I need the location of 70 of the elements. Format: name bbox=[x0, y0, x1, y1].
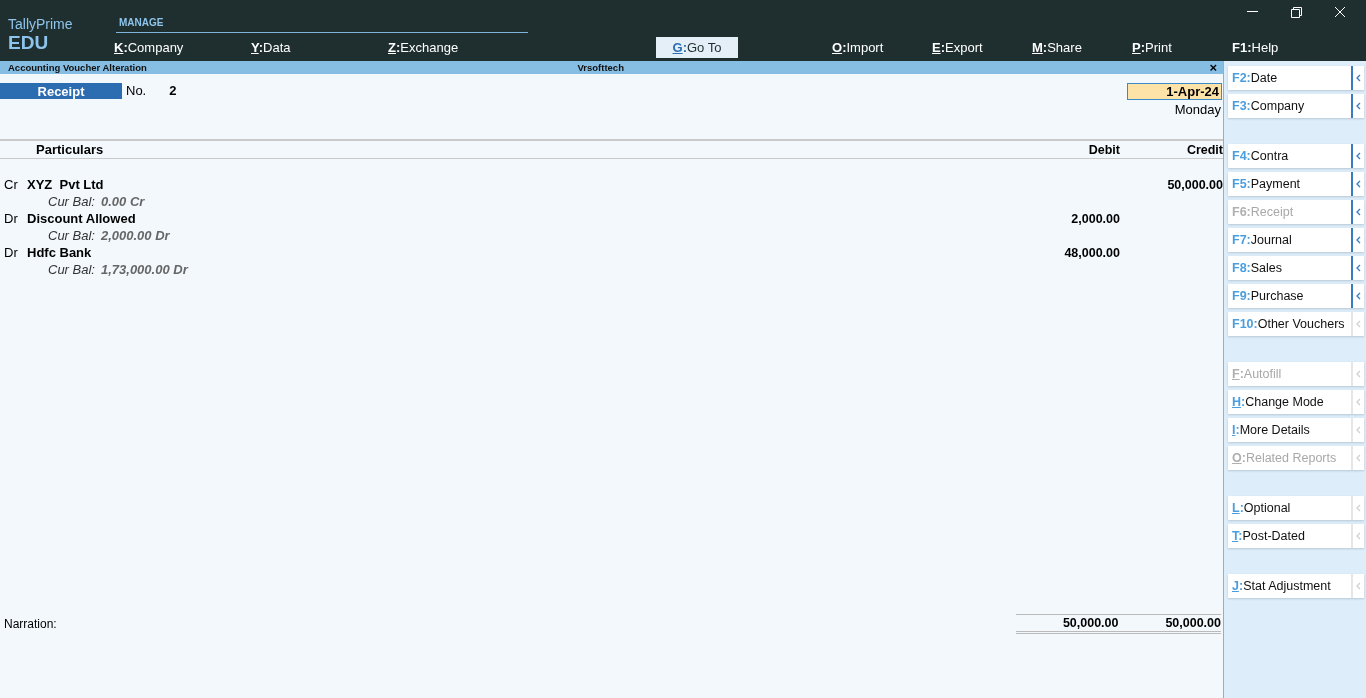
app-edition: EDU bbox=[8, 32, 50, 54]
current-balance: Cur Bal: 1,73,000.00 Dr bbox=[47, 262, 190, 277]
side-button[interactable]: F2:Date bbox=[1228, 66, 1364, 90]
side-button[interactable]: F4:Contra bbox=[1228, 144, 1364, 168]
voucher-type: Receipt bbox=[0, 83, 122, 99]
side-button[interactable]: F7:Journal bbox=[1228, 228, 1364, 252]
ledger-name[interactable]: Discount Allowed bbox=[27, 211, 1017, 226]
company-name: Vrsofttech bbox=[577, 62, 625, 73]
caret-icon bbox=[1356, 454, 1361, 462]
caret-icon bbox=[1356, 370, 1361, 378]
menu-item[interactable]: E:Export bbox=[928, 36, 987, 58]
menu-item[interactable]: M:Share bbox=[1028, 36, 1086, 58]
side-button[interactable]: F5:Payment bbox=[1228, 172, 1364, 196]
caret-icon bbox=[1356, 398, 1361, 406]
side-button[interactable]: F8:Sales bbox=[1228, 256, 1364, 280]
minimize-icon bbox=[1246, 11, 1258, 13]
menu-group-label: MANAGE bbox=[119, 16, 164, 29]
side-button[interactable]: T:Post-Dated bbox=[1228, 524, 1364, 548]
date-field[interactable]: 1-Apr-24 bbox=[1127, 83, 1222, 100]
side-button[interactable]: H:Change Mode bbox=[1228, 390, 1364, 414]
menu-item[interactable]: F1:Help bbox=[1228, 36, 1283, 58]
ledger-name[interactable]: XYZ Pvt Ltd bbox=[27, 177, 1017, 192]
credit-amount: 50,000.00 bbox=[1166, 177, 1223, 192]
menu-item[interactable]: P:Print bbox=[1128, 36, 1176, 58]
caret-icon bbox=[1356, 102, 1361, 110]
caret-icon bbox=[1356, 532, 1361, 540]
caret-icon bbox=[1356, 180, 1361, 188]
side-button[interactable]: I:More Details bbox=[1228, 418, 1364, 442]
close-button[interactable]: × bbox=[1209, 61, 1217, 74]
app-name: TallyPrime bbox=[8, 16, 74, 32]
weekday: Monday bbox=[1174, 102, 1221, 117]
caret-icon bbox=[1356, 582, 1361, 590]
column-heading: Particulars bbox=[35, 142, 105, 157]
side-button[interactable]: L:Optional bbox=[1228, 496, 1364, 520]
credit-total: 50,000.00 bbox=[1164, 616, 1221, 630]
number-label: No. bbox=[126, 83, 147, 99]
screen-title: Accounting Voucher Alteration bbox=[8, 62, 148, 73]
restore-icon bbox=[1290, 6, 1302, 18]
dr-cr-label: Dr bbox=[3, 245, 19, 260]
menu-item[interactable]: K:Company bbox=[110, 36, 188, 58]
side-button[interactable]: J:Stat Adjustment bbox=[1228, 574, 1364, 598]
menu-item[interactable]: G:Go To bbox=[655, 36, 739, 58]
dr-cr-label: Cr bbox=[3, 177, 19, 192]
debit-amount: 2,000.00 bbox=[1070, 211, 1120, 226]
debit-total: 50,000.00 bbox=[1061, 616, 1119, 630]
caret-icon bbox=[1356, 426, 1361, 434]
voucher-number: 2 bbox=[169, 83, 177, 99]
column-heading: Credit bbox=[1185, 142, 1223, 157]
caret-icon bbox=[1356, 504, 1361, 512]
caret-icon bbox=[1356, 208, 1361, 216]
side-button[interactable]: F10:Other Vouchers bbox=[1228, 312, 1364, 336]
narration-label: Narration: bbox=[3, 617, 58, 631]
caret-icon bbox=[1356, 292, 1361, 300]
side-button[interactable]: F9:Purchase bbox=[1228, 284, 1364, 308]
dr-cr-label: Dr bbox=[3, 211, 19, 226]
column-heading: Debit bbox=[1087, 142, 1120, 157]
caret-icon bbox=[1356, 152, 1361, 160]
menu-item[interactable]: Z:Exchange bbox=[384, 36, 463, 58]
current-balance: Cur Bal: 0.00 Cr bbox=[47, 194, 146, 209]
caret-icon bbox=[1356, 320, 1361, 328]
caret-icon bbox=[1356, 264, 1361, 272]
ledger-name[interactable]: Hdfc Bank bbox=[27, 245, 1017, 260]
menu-item[interactable]: Y:Data bbox=[247, 36, 295, 58]
side-button[interactable]: F3:Company bbox=[1228, 94, 1364, 118]
current-balance: Cur Bal: 2,000.00 Dr bbox=[47, 228, 171, 243]
caret-icon bbox=[1356, 236, 1361, 244]
debit-amount: 48,000.00 bbox=[1063, 245, 1120, 260]
menu-item[interactable]: O:Import bbox=[828, 36, 888, 58]
caret-icon bbox=[1356, 74, 1361, 82]
close-icon bbox=[1334, 6, 1346, 18]
